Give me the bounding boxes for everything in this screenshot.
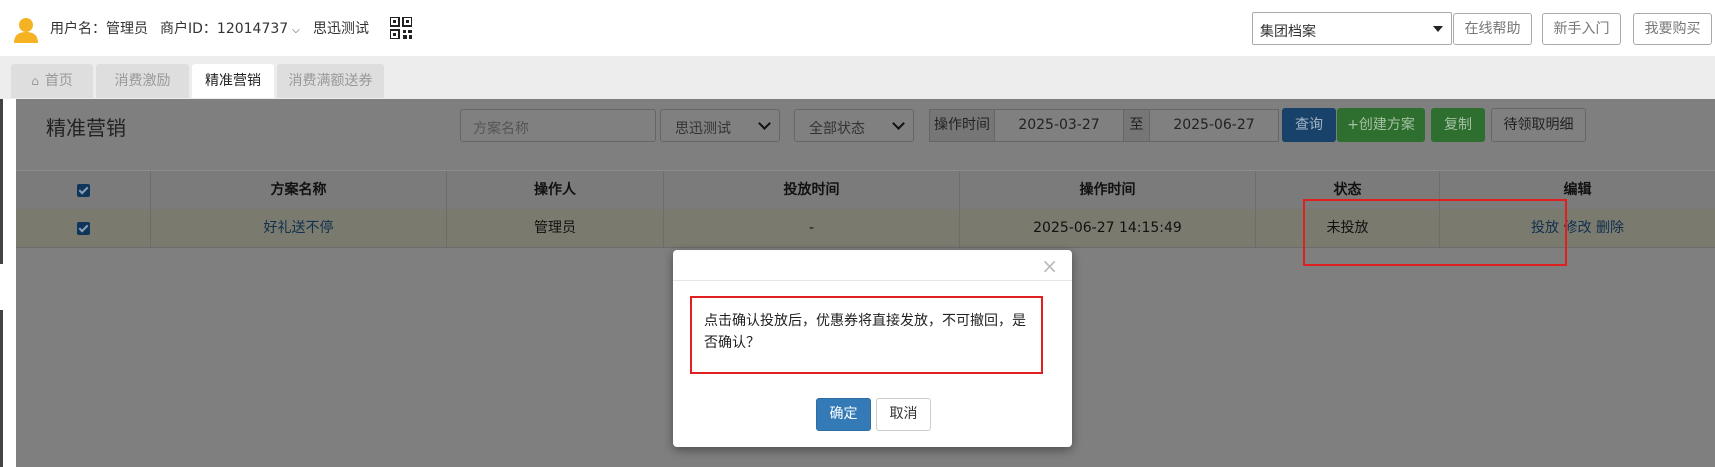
row-select-cell bbox=[16, 209, 150, 247]
select-all-checkbox[interactable] bbox=[76, 183, 90, 197]
confirm-button[interactable]: 确定 bbox=[816, 398, 871, 431]
home-icon: ⌂ bbox=[31, 74, 39, 88]
group-archive-select[interactable]: 集团档案 bbox=[1252, 12, 1452, 45]
date-from-input[interactable]: 2025-03-27 bbox=[994, 109, 1124, 142]
beginner-guide-button[interactable]: 新手入门 bbox=[1542, 13, 1621, 45]
tab-precision-marketing[interactable]: 精准营销 bbox=[192, 64, 274, 98]
column-header: 操作时间 bbox=[959, 171, 1255, 209]
operator-cell: 管理员 bbox=[446, 209, 663, 247]
copy-button[interactable]: 复制 bbox=[1431, 108, 1485, 142]
merchant-id-label: 商户ID：12014737 bbox=[160, 21, 289, 37]
cancel-button[interactable]: 取消 bbox=[876, 398, 931, 431]
status-filter-select[interactable]: 全部状态 bbox=[794, 109, 914, 142]
tab-home[interactable]: ⌂ 首页 bbox=[11, 64, 93, 98]
highlight-frame-status bbox=[1303, 199, 1567, 266]
query-button[interactable]: 查询 bbox=[1282, 108, 1336, 142]
column-header: 投放时间 bbox=[663, 171, 959, 209]
page-title: 精准营销 bbox=[46, 116, 126, 140]
delete-action-link[interactable]: 删除 bbox=[1596, 220, 1624, 236]
chevron-down-icon: ⌵ bbox=[292, 25, 300, 36]
date-separator: 至 bbox=[1123, 109, 1150, 142]
edit-action-link[interactable]: 修改 bbox=[1564, 220, 1592, 236]
left-edge-bar bbox=[0, 99, 3, 264]
tab-home-label: 首页 bbox=[44, 73, 73, 89]
operation-time-cell: 2025-06-27 14:15:49 bbox=[959, 209, 1255, 247]
user-avatar-icon bbox=[14, 18, 38, 43]
username-label: 用户名：管理员 bbox=[50, 21, 148, 37]
operation-time-label: 操作时间 bbox=[929, 109, 995, 142]
merchant-id-dropdown[interactable]: 商户ID：12014737 ⌵ bbox=[160, 18, 300, 38]
online-help-button[interactable]: 在线帮助 bbox=[1453, 13, 1532, 45]
chevron-down-icon bbox=[892, 117, 905, 130]
chevron-down-icon bbox=[758, 117, 771, 130]
status-filter-value: 全部状态 bbox=[809, 121, 865, 137]
store-filter-select[interactable]: 思迅测试 bbox=[660, 109, 780, 142]
qr-code-icon[interactable] bbox=[390, 17, 412, 39]
pending-details-button[interactable]: 待领取明细 bbox=[1491, 108, 1586, 142]
group-select-value: 集团档案 bbox=[1260, 24, 1316, 40]
buy-button[interactable]: 我要购买 bbox=[1633, 13, 1712, 45]
store-name: 思迅测试 bbox=[313, 21, 369, 37]
close-icon[interactable]: × bbox=[1041, 254, 1058, 278]
launch-time-cell: - bbox=[663, 209, 959, 247]
store-filter-value: 思迅测试 bbox=[675, 121, 731, 137]
confirm-dialog: × 点击确认投放后，优惠券将直接发放，不可撤回，是否确认？ 确定 取消 bbox=[673, 250, 1072, 447]
dialog-message: 点击确认投放后，优惠券将直接发放，不可撤回，是否确认？ bbox=[704, 313, 1026, 351]
plan-name-link[interactable]: 好礼送不停 bbox=[150, 209, 446, 247]
date-to-input[interactable]: 2025-06-27 bbox=[1149, 109, 1279, 142]
dialog-header: × bbox=[673, 250, 1072, 281]
caret-down-icon bbox=[1433, 26, 1443, 32]
tab-consumption-incentive[interactable]: 消费激励 bbox=[96, 64, 189, 98]
row-checkbox[interactable] bbox=[76, 221, 90, 235]
create-plan-button[interactable]: +创建方案 bbox=[1337, 108, 1425, 142]
select-all-cell bbox=[16, 171, 150, 209]
plan-name-search-input[interactable]: 方案名称 bbox=[460, 109, 656, 142]
column-header: 操作人 bbox=[446, 171, 663, 209]
search-placeholder: 方案名称 bbox=[473, 121, 529, 137]
column-header: 方案名称 bbox=[150, 171, 446, 209]
left-edge-bar bbox=[0, 310, 3, 467]
tab-spend-coupon[interactable]: 消费满额送券 bbox=[277, 64, 384, 98]
